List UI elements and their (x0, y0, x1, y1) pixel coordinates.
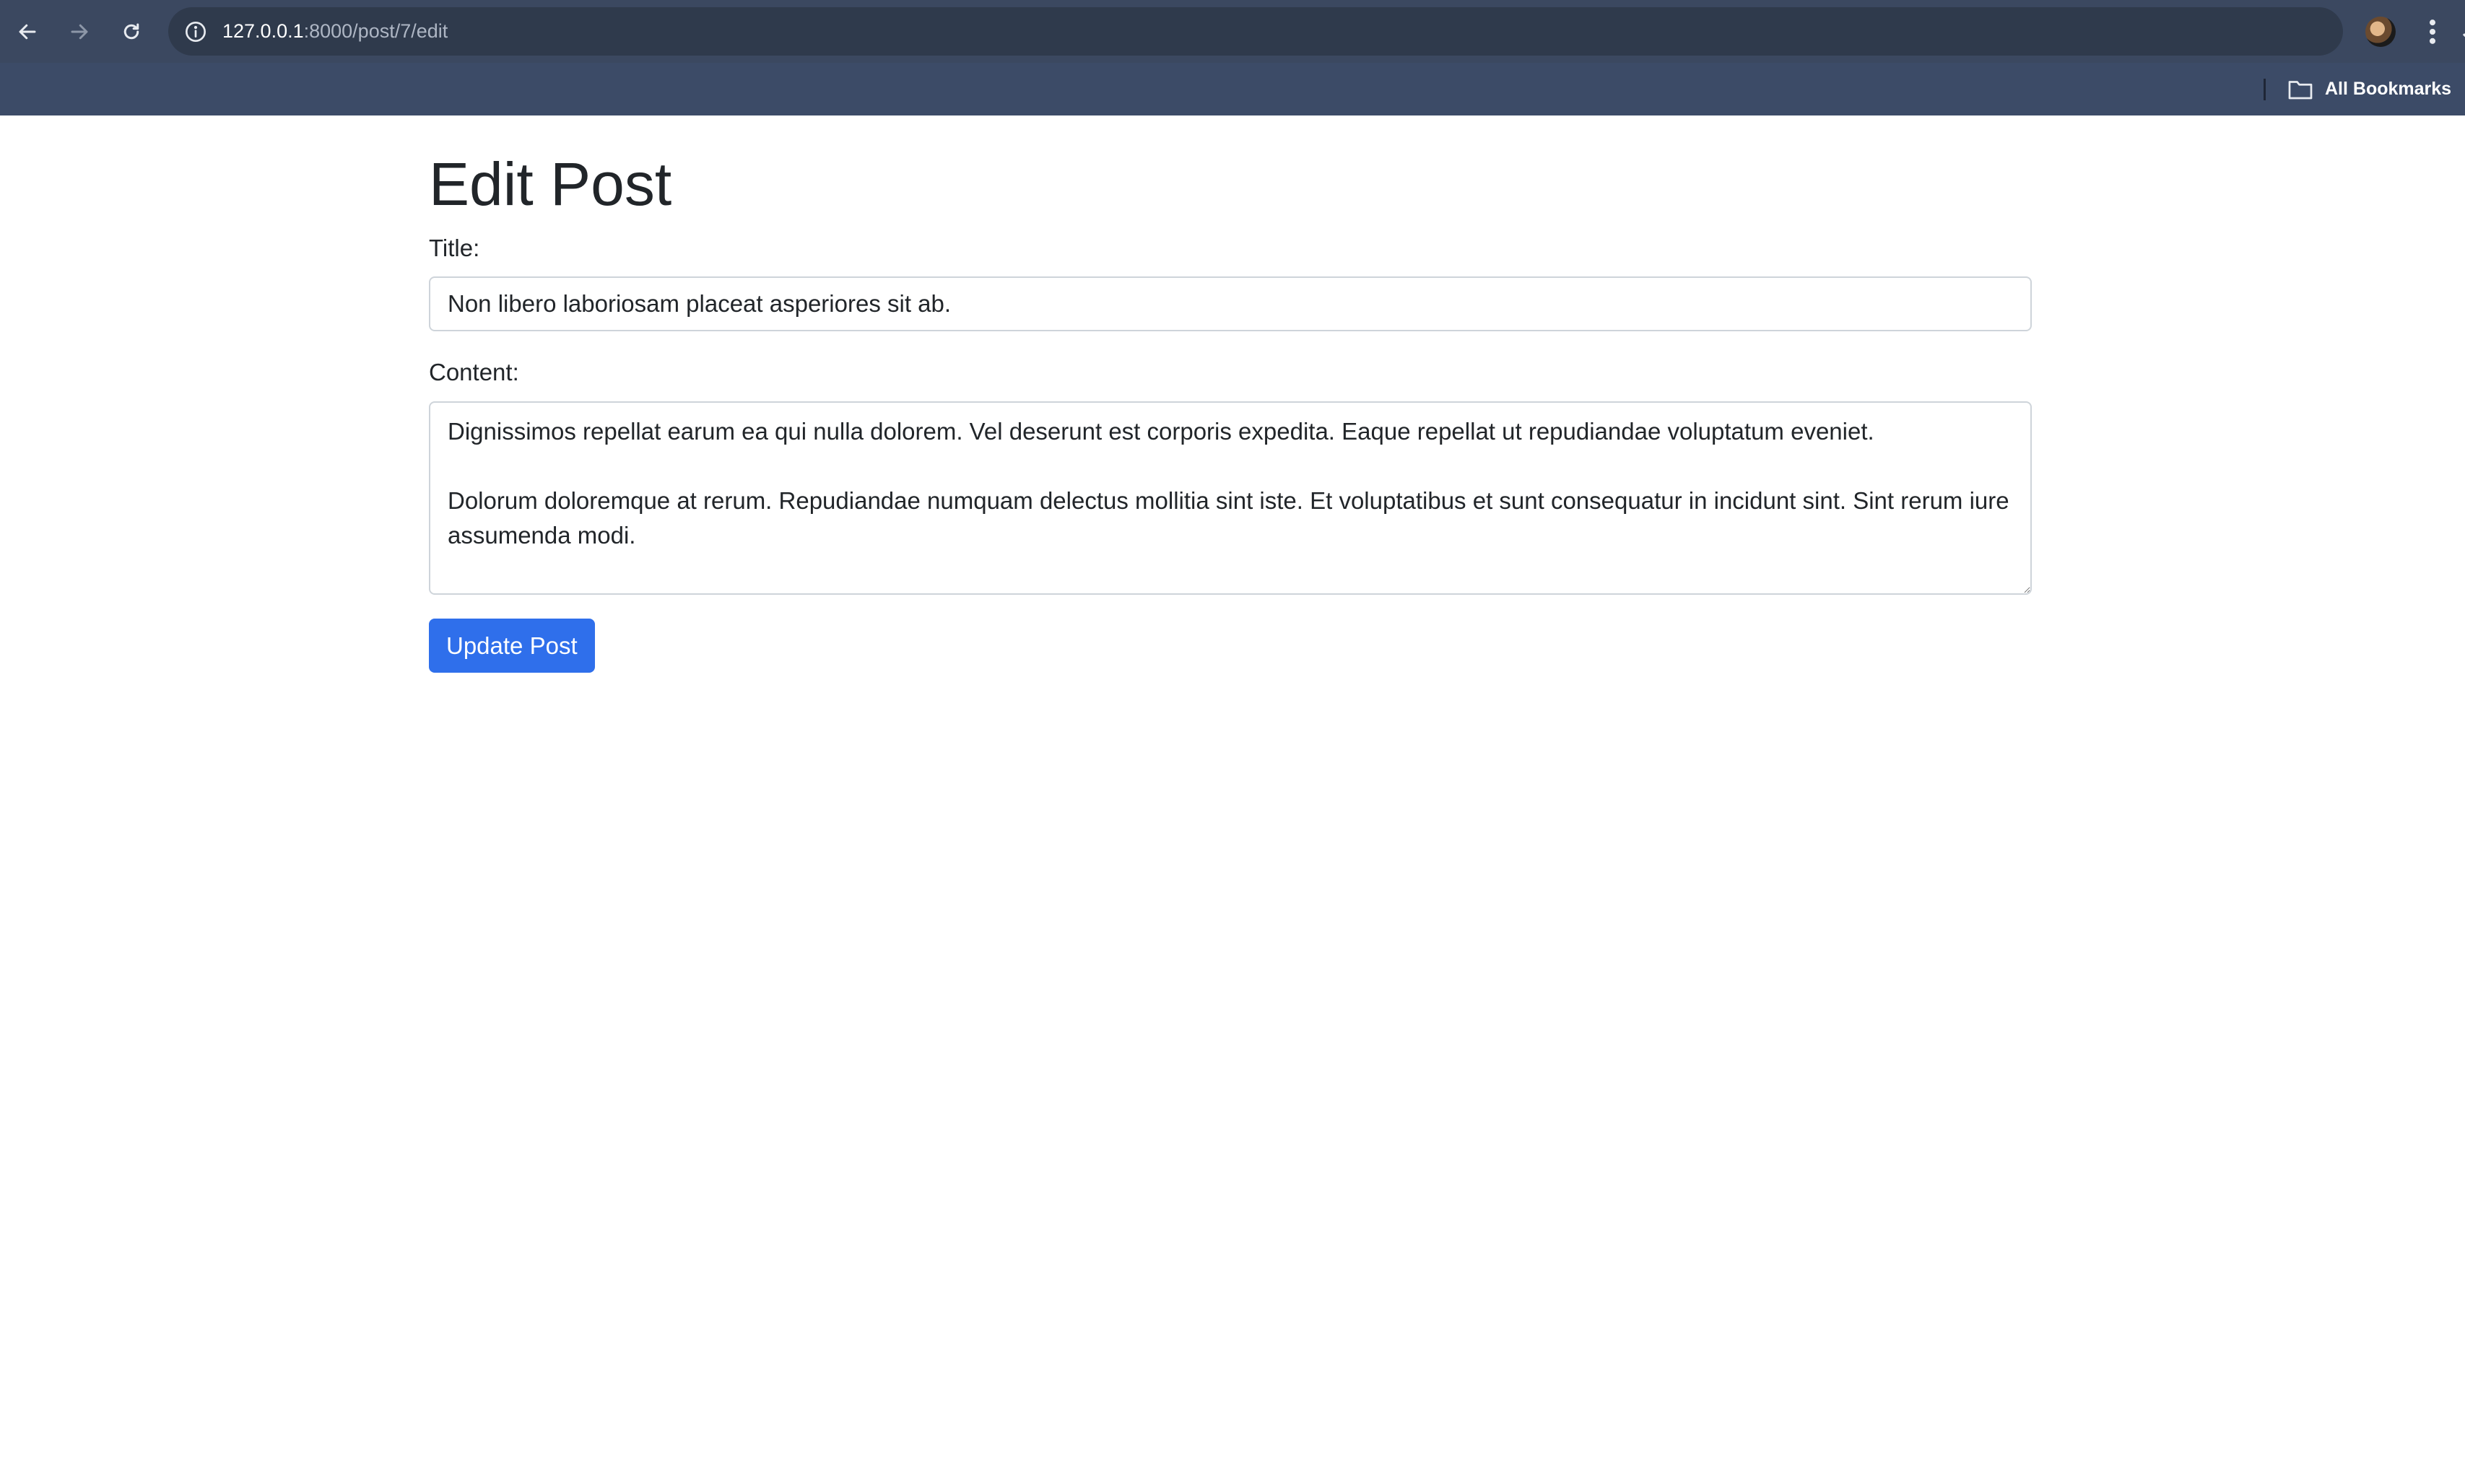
url-host: 127.0.0.1 (222, 20, 304, 42)
url-path: :8000/post/7/edit (303, 20, 448, 42)
browser-toolbar: 127.0.0.1:8000/post/7/edit (0, 0, 2465, 63)
reload-icon (123, 23, 139, 40)
title-input[interactable] (429, 276, 2032, 331)
star-icon[interactable] (2461, 25, 2465, 51)
reload-button[interactable] (114, 14, 149, 49)
forward-button[interactable] (62, 14, 97, 49)
kebab-menu-icon[interactable] (2422, 16, 2443, 48)
folder-icon (2288, 81, 2313, 100)
update-post-button[interactable]: Update Post (429, 619, 595, 673)
content-textarea[interactable]: Dignissimos repellat earum ea qui nulla … (429, 401, 2032, 595)
profile-avatar[interactable] (2365, 17, 2396, 47)
bookmarks-divider (2264, 79, 2266, 100)
all-bookmarks-button[interactable]: All Bookmarks (2325, 63, 2451, 115)
back-button[interactable] (10, 14, 45, 49)
arrow-right-icon (71, 24, 88, 40)
title-label: Title: (429, 235, 480, 261)
arrow-left-icon (19, 24, 36, 40)
info-icon[interactable] (184, 20, 207, 43)
browser-chrome: 127.0.0.1:8000/post/7/edit All Bookmarks (0, 0, 2465, 115)
url-text[interactable]: 127.0.0.1:8000/post/7/edit (222, 7, 448, 56)
content-label: Content: (429, 359, 519, 385)
bookmarks-bar: All Bookmarks (0, 63, 2465, 115)
address-bar[interactable]: 127.0.0.1:8000/post/7/edit (168, 7, 2465, 56)
page-title: Edit Post (429, 150, 672, 218)
